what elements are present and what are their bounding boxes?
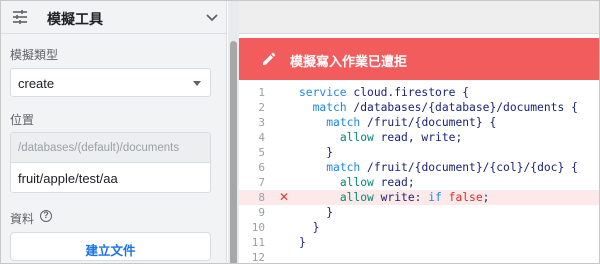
- pencil-icon: [263, 52, 276, 65]
- code-text: allow read, write;: [299, 130, 462, 145]
- location-field: /databases/(default)/documents fruit/app…: [10, 132, 211, 193]
- help-icon[interactable]: ?: [40, 210, 52, 222]
- location-prefix-text: /databases/(default)/documents: [18, 142, 180, 154]
- line-number: 2: [258, 101, 265, 114]
- line-number: 9: [258, 206, 265, 219]
- line-number: 12: [251, 251, 265, 264]
- window: 模擬工具 模擬類型 create 位置 /databases/(default)…: [0, 0, 600, 264]
- code-text: }: [299, 205, 333, 220]
- simulator-panel: 模擬工具 模擬類型 create 位置 /databases/(default)…: [1, 1, 227, 263]
- location-prefix: /databases/(default)/documents: [11, 133, 210, 163]
- code-token: read;: [380, 176, 415, 189]
- code-token: match: [326, 116, 368, 129]
- code-token: match: [312, 101, 354, 114]
- line-number: 7: [258, 176, 265, 189]
- code-line[interactable]: 1 service cloud.firestore {: [239, 85, 599, 100]
- code-token: }: [299, 206, 334, 219]
- code-text: allow read;: [299, 175, 415, 190]
- scrollbar-thumb[interactable]: [230, 41, 237, 263]
- error-x-icon: ✕: [278, 190, 290, 204]
- code-text: allow write: if false;: [299, 190, 490, 205]
- code-token: /fruit/{document} {: [367, 116, 497, 129]
- code-token: }: [299, 221, 320, 234]
- code-token: }: [299, 146, 334, 159]
- code-text: }: [299, 220, 320, 235]
- code-token: ;: [482, 191, 490, 204]
- location-input[interactable]: fruit/apple/test/aa: [18, 171, 118, 186]
- code-line[interactable]: 8 ✕ allow write: if false;: [239, 190, 599, 205]
- line-number: 6: [258, 161, 265, 174]
- result-banner: 模擬寫入作業已遭拒: [239, 38, 599, 80]
- line-number: 1: [258, 86, 265, 99]
- line-number: 11: [251, 236, 265, 249]
- data-label: 資料: [10, 212, 35, 226]
- code-line[interactable]: 6 match /fruit/{document}/{col}/{doc} {: [239, 160, 599, 175]
- sim-type-label: 模擬類型: [10, 48, 59, 62]
- code-token: false: [448, 191, 483, 204]
- code-line[interactable]: 2 match /databases/{database}/documents …: [239, 100, 599, 115]
- code-token: allow: [339, 131, 381, 144]
- code-text: }: [299, 145, 333, 160]
- code-line[interactable]: 7 allow read;: [239, 175, 599, 190]
- code-token: service: [299, 86, 354, 99]
- code-text: service cloud.firestore {: [299, 85, 469, 100]
- code-line[interactable]: 12: [239, 250, 599, 264]
- code-text: }: [299, 235, 306, 250]
- code-token: if: [428, 191, 449, 204]
- line-number: 8: [258, 191, 265, 204]
- code-token: allow: [339, 191, 381, 204]
- result-banner-text: 模擬寫入作業已遭拒: [290, 54, 408, 69]
- line-number: 3: [258, 116, 265, 129]
- code-line[interactable]: 5 }: [239, 145, 599, 160]
- code-token: write:: [380, 191, 429, 204]
- code-line[interactable]: 3 match /fruit/{document} {: [239, 115, 599, 130]
- code-token: /databases/{database}/documents {: [353, 101, 578, 114]
- code-token: read, write;: [380, 131, 463, 144]
- chevron-down-icon[interactable]: [205, 10, 219, 24]
- create-document-label: 建立文件: [85, 244, 136, 258]
- code-text: match /fruit/{document}/{col}/{doc} {: [299, 160, 578, 175]
- line-number: 4: [258, 131, 265, 144]
- create-document-button[interactable]: 建立文件: [10, 232, 211, 261]
- code-text: match /databases/{database}/documents {: [299, 100, 578, 115]
- editor-toolbar: [239, 1, 599, 34]
- code-token: cloud.firestore {: [353, 86, 470, 99]
- sim-type-select[interactable]: create: [10, 68, 211, 97]
- simulator-title: 模擬工具: [47, 11, 103, 27]
- line-number: 5: [258, 146, 265, 159]
- simulator-header[interactable]: 模擬工具: [1, 1, 227, 34]
- code-token: }: [299, 236, 306, 249]
- code-line[interactable]: 4 allow read, write;: [239, 130, 599, 145]
- code-line[interactable]: 11}: [239, 235, 599, 250]
- code-line[interactable]: 10 }: [239, 220, 599, 235]
- code-text: match /fruit/{document} {: [299, 115, 496, 130]
- code-token: /fruit/{document}/{col}/{doc} {: [367, 161, 578, 174]
- code-token: allow: [339, 176, 381, 189]
- dropdown-arrow-icon: [193, 81, 201, 86]
- sim-type-value: create: [18, 76, 55, 91]
- code-token: match: [326, 161, 368, 174]
- location-label: 位置: [10, 113, 35, 127]
- tune-icon: [13, 10, 27, 24]
- code-line[interactable]: 9 }: [239, 205, 599, 220]
- rules-editor[interactable]: 1 service cloud.firestore {2 match /datab…: [239, 80, 599, 264]
- line-number: 10: [251, 221, 265, 234]
